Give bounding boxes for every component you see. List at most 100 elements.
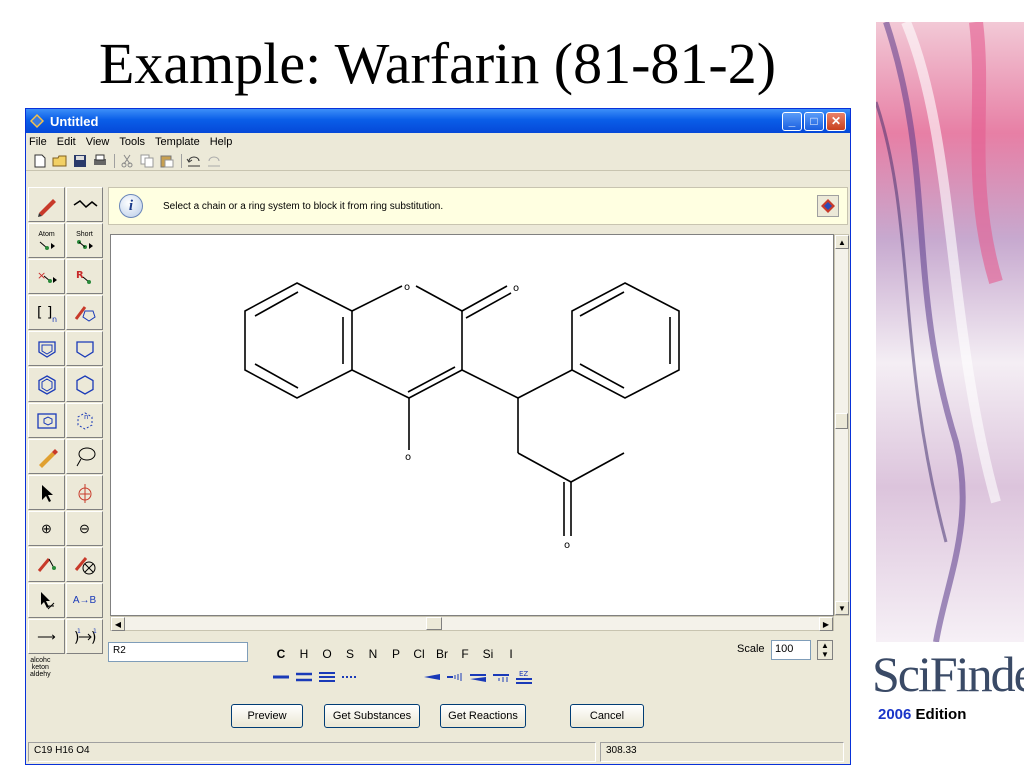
ez-bond-icon[interactable]: EZ [513, 668, 535, 686]
wedge-bond-icon[interactable] [421, 668, 443, 686]
new-file-icon[interactable] [31, 153, 49, 169]
open-folder-icon[interactable] [51, 153, 69, 169]
vertical-scroll-thumb[interactable] [835, 413, 848, 429]
scale-label: Scale [737, 643, 765, 655]
chain-tool-icon[interactable] [66, 187, 103, 222]
horizontal-scroll-thumb[interactable] [426, 617, 442, 630]
reaction-role-button[interactable]: A→B [66, 583, 103, 618]
vertical-scrollbar[interactable]: ▲ ▼ [834, 234, 849, 616]
repeating-group-icon[interactable]: [ ] n [28, 295, 65, 330]
get-reactions-button[interactable]: Get Reactions [440, 704, 526, 728]
help-diamond-icon[interactable] [817, 195, 839, 217]
zoom-in-icon[interactable]: ⊕ [28, 511, 65, 546]
menu-help[interactable]: Help [210, 136, 233, 148]
triple-bond-icon[interactable] [316, 668, 338, 686]
cyclopentane-template-icon[interactable] [28, 331, 65, 366]
scroll-right-arrow-icon[interactable]: ▶ [819, 617, 833, 631]
scale-spinner-icon[interactable]: ▲ ▼ [817, 640, 833, 660]
menu-tools[interactable]: Tools [119, 136, 145, 148]
atom-label-carbonyl-oxygen: o [513, 283, 519, 294]
n-ring-tool-icon[interactable]: n [66, 403, 103, 438]
wedge-double-bond-icon[interactable] [467, 668, 489, 686]
print-icon[interactable] [91, 153, 109, 169]
ring-template-gallery-icon[interactable] [28, 403, 65, 438]
brand-decoration [876, 22, 1024, 642]
svg-text:R: R [76, 270, 84, 281]
element-button-s[interactable]: S [339, 645, 361, 663]
molecular-formula: C19 H16 O4 [28, 742, 596, 762]
r-group-field[interactable]: R2 [108, 642, 248, 662]
atom-tool-button[interactable]: Atom [28, 223, 65, 258]
element-button-n[interactable]: N [362, 645, 384, 663]
zoom-out-icon[interactable]: ⊖ [66, 511, 103, 546]
lasso-select-icon[interactable] [66, 439, 103, 474]
ring-lock-icon[interactable] [66, 295, 103, 330]
cancel-button[interactable]: Cancel [570, 704, 644, 728]
edition-label: 2006 Edition [878, 706, 967, 723]
scale-input[interactable]: 100 [771, 640, 811, 660]
svg-text:n: n [84, 413, 88, 421]
element-button-i[interactable]: I [500, 645, 522, 663]
toolbar [26, 151, 850, 171]
element-button-p[interactable]: P [385, 645, 407, 663]
scifinder-logo: SciFinder [872, 646, 1024, 702]
close-button[interactable]: ✕ [826, 111, 846, 131]
element-button-c[interactable]: C [270, 645, 292, 663]
element-button-br[interactable]: Br [431, 645, 453, 663]
menu-edit[interactable]: Edit [57, 136, 76, 148]
tool-palette: Atom Short × R [ ] n n ⊕ ⊖ A→B ⟶)) 1 1… [28, 187, 108, 691]
functional-group-list[interactable]: alcohc keton aldehy [28, 655, 65, 690]
menu-file[interactable]: File [29, 136, 47, 148]
undo-icon[interactable] [185, 153, 203, 169]
paste-icon[interactable] [158, 153, 176, 169]
hexagon-template-icon[interactable] [66, 367, 103, 402]
horizontal-scrollbar[interactable]: ◀ ▶ [110, 616, 834, 631]
r-group-tool-icon[interactable]: R [66, 259, 103, 294]
drawing-canvas[interactable]: o o o o [110, 234, 834, 616]
mapping-pointer-icon[interactable] [28, 583, 65, 618]
info-message-bar: i Select a chain or a ring system to blo… [108, 187, 848, 225]
element-button-f[interactable]: F [454, 645, 476, 663]
move-rotate-icon[interactable] [66, 475, 103, 510]
variable-x-tool-icon[interactable]: × [28, 259, 65, 294]
toolbar-separator [114, 153, 115, 168]
hash-double-bond-icon[interactable] [490, 668, 512, 686]
preview-button[interactable]: Preview [231, 704, 303, 728]
save-disk-icon[interactable] [71, 153, 89, 169]
status-bar: C19 H16 O4 308.33 [26, 742, 850, 764]
bond-unlock-icon[interactable] [66, 547, 103, 582]
maximize-button[interactable]: □ [804, 111, 824, 131]
eraser-pencil-icon[interactable] [28, 439, 65, 474]
hash-bond-icon[interactable] [444, 668, 466, 686]
atom-mapping-icon[interactable]: )) 1 1 [66, 619, 103, 654]
reaction-arrow-icon[interactable]: ⟶ [28, 619, 65, 654]
atom-label-ketone-oxygen: o [564, 540, 570, 551]
benzene-template-icon[interactable] [28, 367, 65, 402]
title-bar[interactable]: Untitled _ □ ✕ [26, 109, 850, 133]
scroll-up-arrow-icon[interactable]: ▲ [835, 235, 849, 249]
any-bond-icon[interactable] [339, 668, 361, 686]
redo-icon[interactable] [205, 153, 223, 169]
double-bond-icon[interactable] [293, 668, 315, 686]
element-button-cl[interactable]: Cl [408, 645, 430, 663]
scroll-left-arrow-icon[interactable]: ◀ [111, 617, 125, 631]
svg-text:1: 1 [77, 628, 81, 635]
single-bond-icon[interactable] [270, 668, 292, 686]
element-button-o[interactable]: O [316, 645, 338, 663]
menu-view[interactable]: View [86, 136, 110, 148]
shortcut-tool-button[interactable]: Short [66, 223, 103, 258]
menu-template[interactable]: Template [155, 136, 200, 148]
bond-lock-icon[interactable] [28, 547, 65, 582]
minimize-button[interactable]: _ [782, 111, 802, 131]
scroll-down-arrow-icon[interactable]: ▼ [835, 601, 849, 615]
svg-text:1: 1 [93, 628, 97, 635]
pencil-draw-icon[interactable] [28, 187, 65, 222]
copy-icon[interactable] [138, 153, 156, 169]
get-substances-button[interactable]: Get Substances [324, 704, 420, 728]
element-button-h[interactable]: H [293, 645, 315, 663]
element-button-si[interactable]: Si [477, 645, 499, 663]
pentagon-template-icon[interactable] [66, 331, 103, 366]
cut-icon[interactable] [118, 153, 136, 169]
pointer-select-icon[interactable] [28, 475, 65, 510]
window-title: Untitled [50, 113, 99, 129]
